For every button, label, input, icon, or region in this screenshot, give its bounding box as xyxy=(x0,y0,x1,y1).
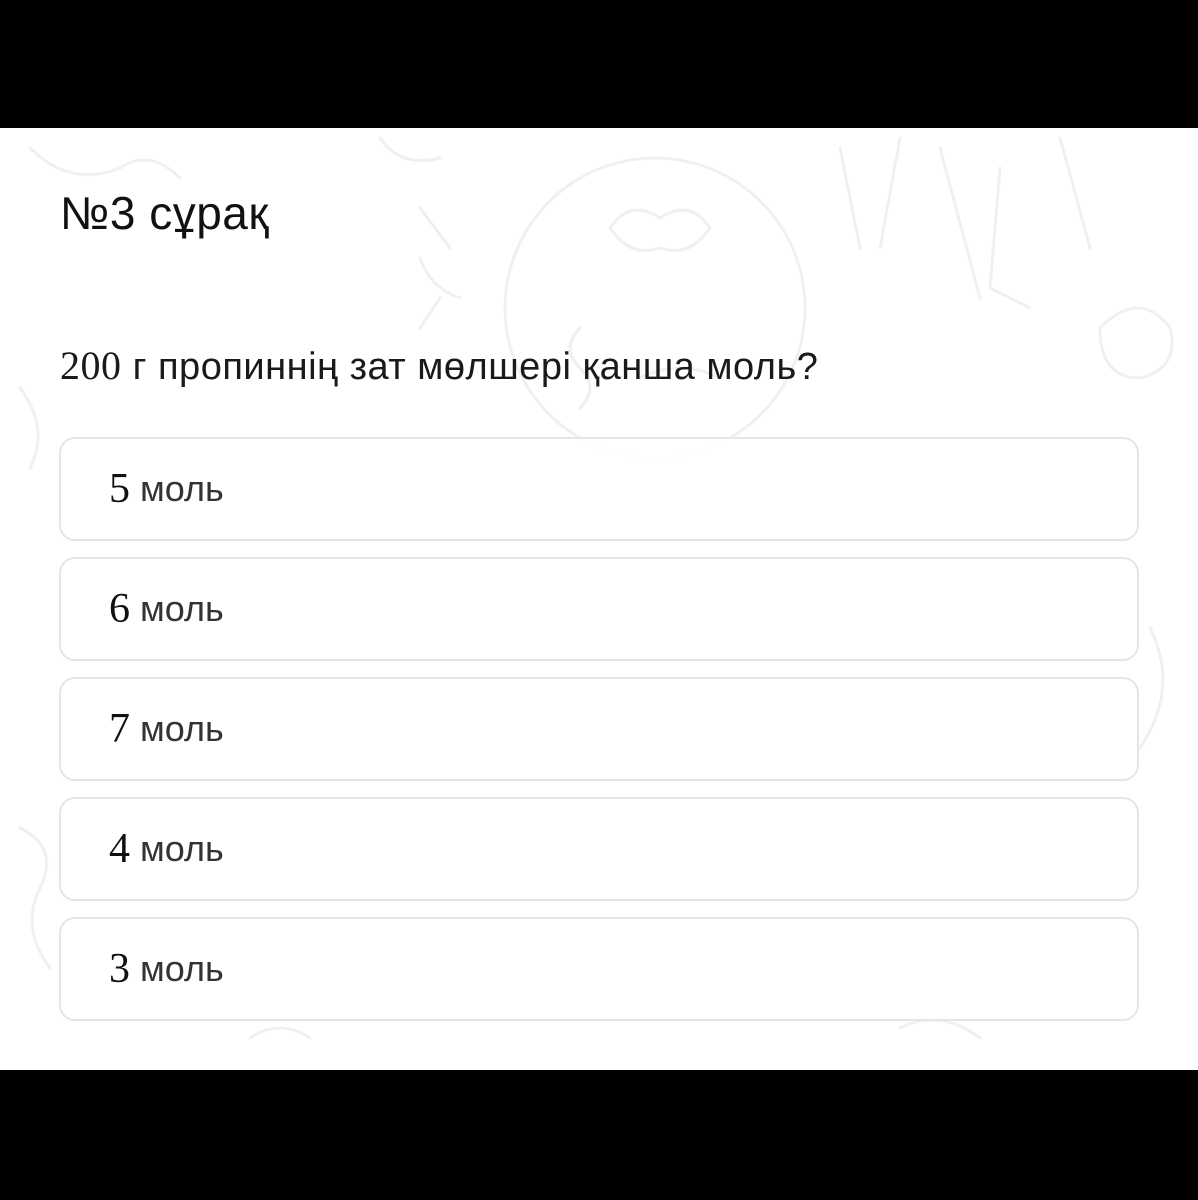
answer-options: 5 моль 6 моль 7 моль 4 моль 3 моль xyxy=(59,437,1139,1037)
answer-option-unit: моль xyxy=(140,708,224,749)
answer-option-unit: моль xyxy=(140,828,224,869)
answer-option[interactable]: 7 моль xyxy=(59,677,1139,781)
answer-option-unit: моль xyxy=(140,588,224,629)
answer-option-unit: моль xyxy=(140,948,224,989)
answer-option-number: 5 xyxy=(109,466,130,512)
bottom-black-bar xyxy=(0,1070,1198,1200)
quiz-card: №3 сұрақ 200 г пропиннің зат мөлшері қан… xyxy=(0,128,1198,1070)
answer-option-number: 3 xyxy=(109,946,130,992)
screen: №3 сұрақ 200 г пропиннің зат мөлшері қан… xyxy=(0,0,1198,1200)
answer-option-number: 6 xyxy=(109,586,130,632)
question-text: 200 г пропиннің зат мөлшері қанша моль? xyxy=(60,342,818,389)
question-title: №3 сұрақ xyxy=(60,187,270,239)
question-text-number: 200 xyxy=(60,343,122,388)
answer-option-unit: моль xyxy=(140,468,224,509)
answer-option[interactable]: 5 моль xyxy=(59,437,1139,541)
question-text-body: г пропиннің зат мөлшері қанша моль? xyxy=(132,346,819,388)
answer-option-number: 4 xyxy=(109,826,130,872)
top-black-bar xyxy=(0,0,1198,128)
answer-option[interactable]: 3 моль xyxy=(59,917,1139,1021)
answer-option-number: 7 xyxy=(109,706,130,752)
answer-option[interactable]: 6 моль xyxy=(59,557,1139,661)
answer-option[interactable]: 4 моль xyxy=(59,797,1139,901)
